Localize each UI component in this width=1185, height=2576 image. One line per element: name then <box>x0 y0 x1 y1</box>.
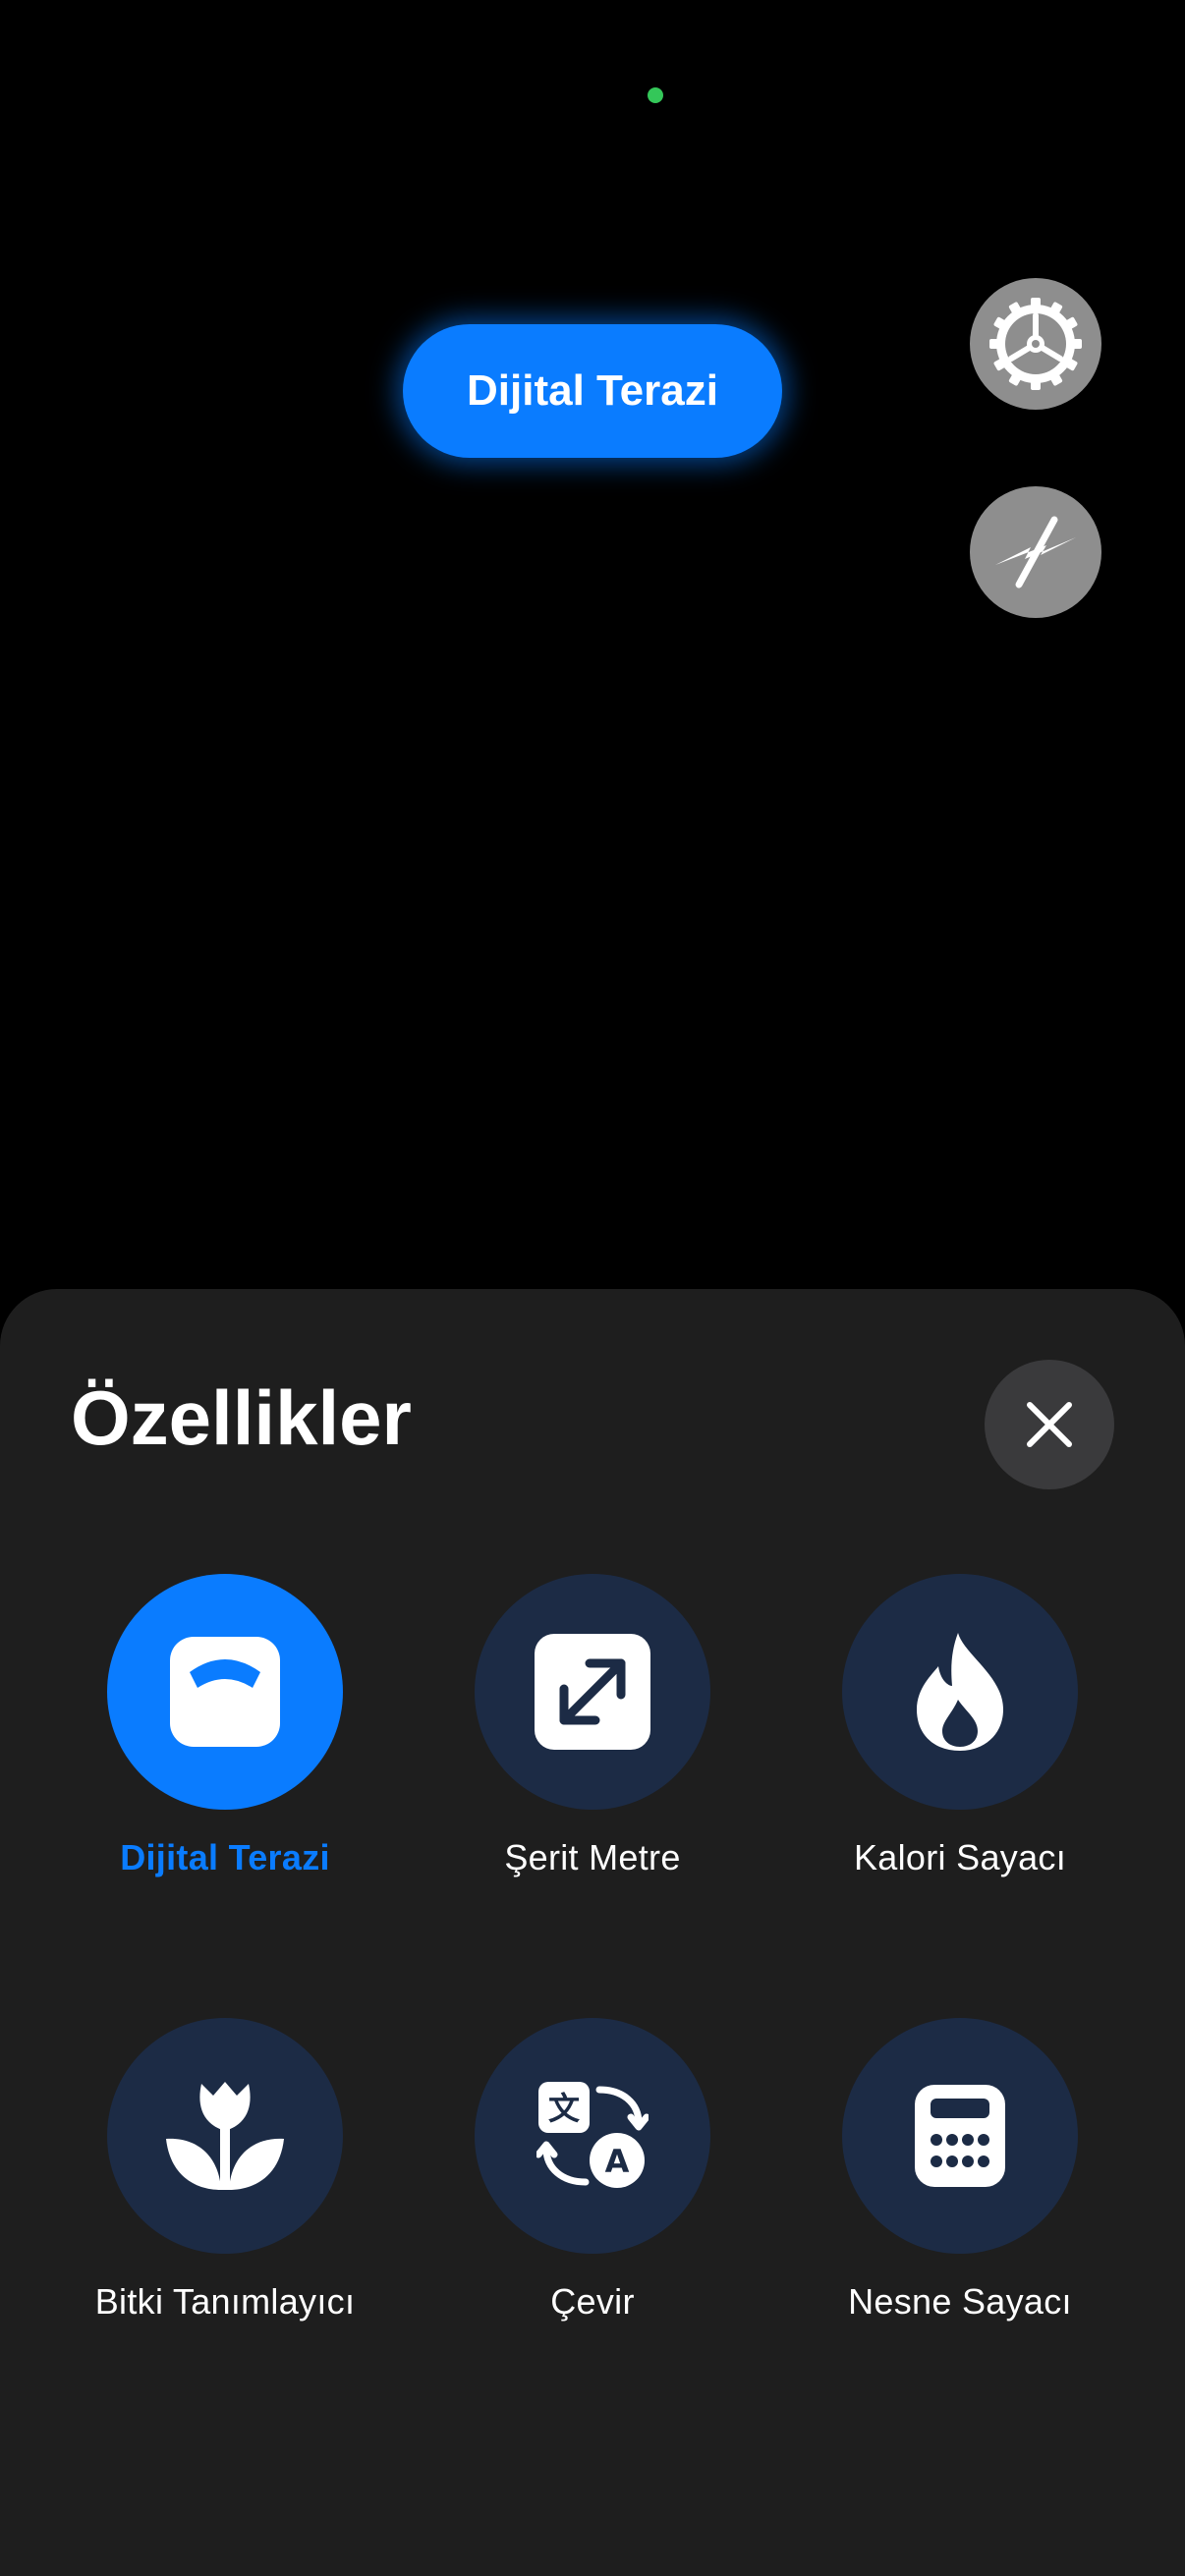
feature-nesne-sayaci[interactable]: Nesne Sayacı <box>763 2018 1157 2323</box>
calculator-icon <box>915 2085 1005 2187</box>
close-button[interactable] <box>985 1360 1114 1489</box>
feature-label: Bitki Tanımlayıcı <box>94 2281 356 2322</box>
feature-icon-circle <box>842 2018 1078 2254</box>
feature-icon-circle <box>107 1574 343 1810</box>
current-mode-pill[interactable]: Dijital Terazi <box>403 324 782 458</box>
feature-serit-metre[interactable]: Şerit Metre <box>396 1574 789 1878</box>
feature-dijital-terazi[interactable]: Dijital Terazi <box>28 1574 422 1878</box>
svg-text:A: A <box>605 2143 630 2180</box>
flash-toggle-button[interactable] <box>970 486 1101 618</box>
expand-arrows-icon <box>535 1634 650 1750</box>
feature-bitki-tanimlayici[interactable]: Bitki Tanımlayıcı <box>28 2018 422 2323</box>
feature-icon-circle: 文 A <box>475 2018 710 2254</box>
features-sheet: Özellikler Dijital Terazi Şerit Metre Ka… <box>0 1289 1185 2576</box>
svg-text:文: 文 <box>548 2090 580 2127</box>
feature-icon-circle <box>475 1574 710 1810</box>
translate-icon: 文 A <box>536 2082 649 2188</box>
feature-label: Çevir <box>550 2281 635 2322</box>
current-mode-label: Dijital Terazi <box>467 366 718 415</box>
feature-label: Kalori Sayacı <box>854 1837 1066 1877</box>
scale-icon <box>170 1637 280 1747</box>
close-icon <box>1027 1402 1072 1447</box>
feature-label: Nesne Sayacı <box>848 2281 1072 2322</box>
settings-button[interactable] <box>970 278 1101 410</box>
feature-label: Şerit Metre <box>504 1837 681 1877</box>
feature-label: Dijital Terazi <box>120 1837 330 1877</box>
feature-kalori-sayaci[interactable]: Kalori Sayacı <box>763 1574 1157 1878</box>
sheet-title: Özellikler <box>71 1374 412 1461</box>
feature-icon-circle <box>842 1574 1078 1810</box>
flame-icon <box>917 1633 1003 1751</box>
feature-cevir[interactable]: 文 A Çevir <box>396 2018 789 2323</box>
gear-icon <box>989 298 1082 390</box>
camera-indicator-dot <box>648 87 663 103</box>
camera-preview: Dijital Terazi <box>0 0 1185 1289</box>
flash-off-icon <box>995 516 1076 588</box>
tulip-icon <box>166 2082 284 2190</box>
feature-icon-circle <box>107 2018 343 2254</box>
